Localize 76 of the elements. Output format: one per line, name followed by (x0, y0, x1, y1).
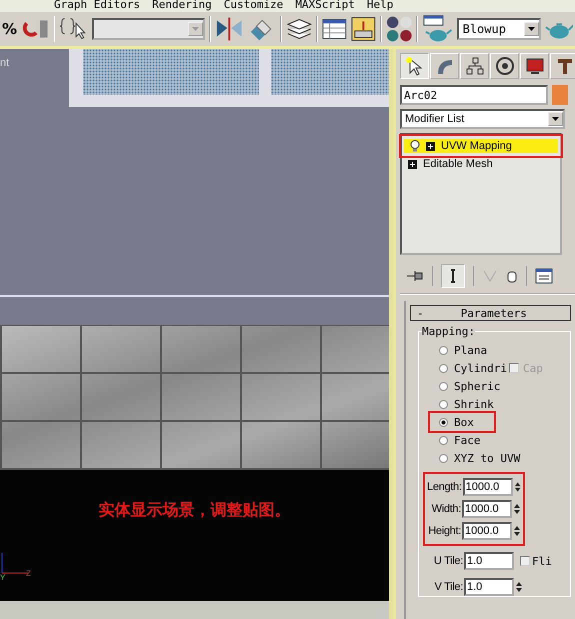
panel-tab[interactable] (550, 53, 575, 79)
dropdown-value: Modifier List (405, 113, 464, 125)
spinner-arrows-icon[interactable] (515, 580, 523, 594)
mapping-radio[interactable]: Face (439, 434, 480, 446)
named-selection-field[interactable] (92, 18, 205, 40)
radio-icon[interactable] (439, 400, 448, 408)
configure-sets-icon[interactable] (535, 268, 553, 284)
radio-icon[interactable] (439, 436, 448, 444)
expand-icon[interactable] (426, 142, 435, 150)
mapping-radio[interactable]: XYZ to UVW (439, 452, 520, 464)
mapping-radio[interactable]: Cylindri (439, 362, 507, 374)
rollout-header[interactable]: - Parameters (410, 305, 571, 321)
group-title: Mapping: (422, 325, 475, 338)
caption-text: 实体显示场景，调整贴图。 (98, 500, 290, 520)
viewport-label: nt (0, 57, 10, 69)
panel-tab[interactable] (520, 53, 549, 79)
modifier-name: UVW Mapping (441, 140, 512, 152)
panel-tab[interactable] (460, 53, 489, 79)
percent-snap-button[interactable]: % (2, 20, 18, 38)
rollout-title: Parameters (460, 306, 528, 320)
pin-icon[interactable] (406, 269, 424, 283)
radio-icon[interactable] (439, 382, 448, 390)
modifier-stack-item[interactable]: UVW Mapping (404, 139, 558, 153)
modifier-name: Editable Mesh (423, 158, 493, 170)
field-label: Length: (427, 481, 462, 493)
menu-item[interactable]: MAXScript (295, 0, 355, 12)
field-label: Width: (432, 503, 461, 515)
object-color-swatch[interactable] (552, 85, 568, 105)
radio-icon[interactable] (439, 418, 448, 426)
panel-tab[interactable] (400, 53, 429, 79)
layers-icon[interactable] (286, 16, 312, 42)
panel-tab[interactable] (430, 53, 459, 79)
menu-item[interactable]: Customize (224, 0, 284, 12)
spinner-arrows-icon[interactable] (513, 502, 521, 516)
object-name-field[interactable]: Arc02 (400, 85, 548, 105)
modifier-stack-item[interactable]: Editable Mesh (402, 157, 560, 171)
checkbox-icon[interactable] (520, 556, 530, 566)
radio-icon[interactable] (439, 364, 448, 372)
spinner-field[interactable]: 1.0 (464, 578, 514, 596)
modifier-list-dropdown[interactable]: Modifier List (400, 109, 565, 129)
teapot-window-icon[interactable] (422, 14, 453, 44)
field-label: V Tile: (434, 581, 463, 593)
caret-icon[interactable] (548, 112, 563, 126)
cursor-icon[interactable] (404, 56, 424, 76)
spinner-field[interactable]: 1000.0 (462, 500, 512, 518)
collapse-toggle[interactable]: - (417, 306, 424, 320)
render-preset-dropdown[interactable]: Blowup (456, 18, 541, 40)
field-label: Height: (428, 525, 461, 537)
mirror-icon[interactable] (214, 16, 244, 42)
table-icon[interactable] (322, 17, 348, 41)
mapping-radio[interactable]: Shrink (439, 398, 494, 410)
curve-editor-icon[interactable] (351, 16, 376, 42)
show-end-result-icon[interactable] (441, 264, 465, 288)
spinner-field[interactable]: 1.0 (464, 552, 514, 570)
spinner-arrows-icon[interactable] (514, 480, 521, 494)
expand-icon[interactable] (408, 160, 417, 168)
monitor-icon[interactable] (524, 56, 544, 76)
field-label: U Tile: (432, 555, 463, 567)
menu-item[interactable]: Graph Editors (54, 0, 140, 12)
panel-tab[interactable] (490, 53, 519, 79)
caret-icon[interactable] (524, 22, 539, 36)
material-spheres-icon[interactable] (386, 15, 412, 43)
spinner-field[interactable]: 1000.0 (462, 478, 513, 496)
spinner-arrows-icon[interactable] (513, 524, 521, 538)
mapping-radio[interactable]: Plana (439, 344, 488, 356)
radio-icon[interactable] (439, 454, 448, 462)
mapping-radio[interactable]: Box (439, 416, 474, 428)
light-bulb-icon[interactable] (410, 140, 420, 152)
hierarchy-icon[interactable] (464, 56, 484, 76)
spinner-field[interactable]: 1000.0 (462, 522, 512, 540)
flip-checkbox[interactable]: Fli (520, 554, 552, 568)
dropdown-value: Blowup (462, 22, 506, 36)
wheel-icon[interactable] (494, 56, 514, 76)
mapping-radio[interactable]: Spheric (439, 380, 500, 392)
radio-icon[interactable] (439, 346, 448, 354)
menu-item[interactable]: Rendering (152, 0, 212, 12)
